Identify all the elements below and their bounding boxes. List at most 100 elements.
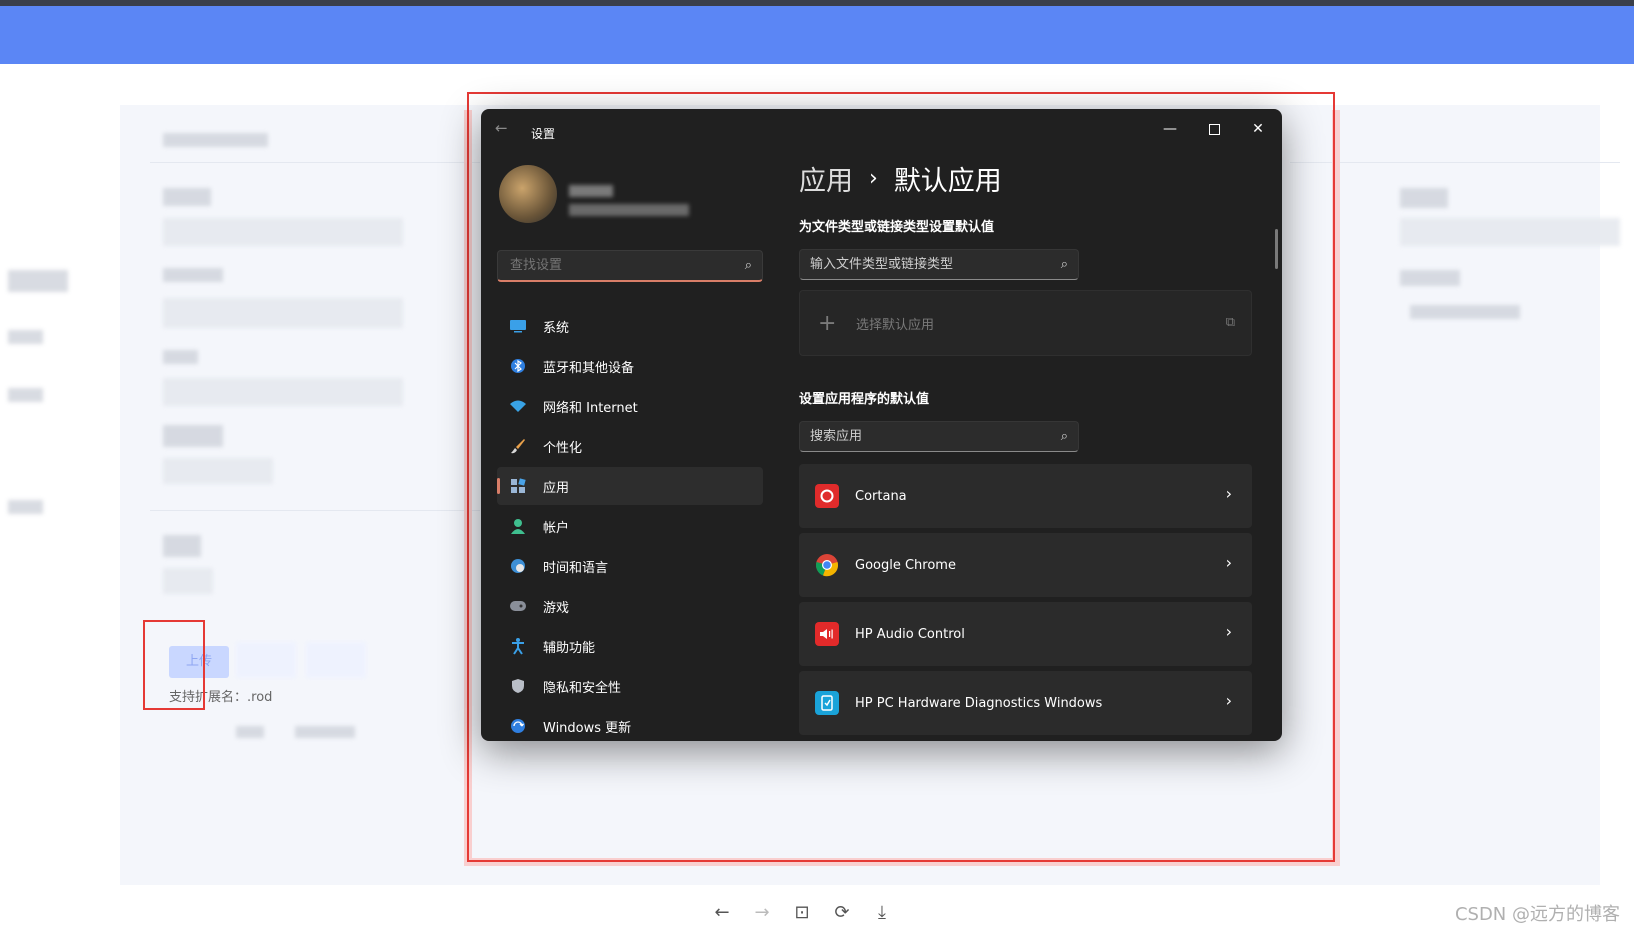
sidebar-item-windows-update[interactable]: Windows 更新	[497, 707, 763, 741]
apps-icon	[509, 477, 527, 495]
page-header-bar	[0, 6, 1634, 64]
rotate-icon[interactable]: ⟳	[832, 902, 852, 923]
search-icon[interactable]: ⌕	[1061, 422, 1068, 451]
blurred-right-label	[1400, 188, 1448, 208]
blurred-side-text	[8, 270, 68, 292]
image-viewer-toolbar: ← → ⊡ ⟳ ⤓	[712, 902, 892, 923]
fit-screen-icon[interactable]: ⊡	[792, 902, 812, 923]
hp-audio-icon	[815, 622, 839, 646]
search-icon[interactable]: ⌕	[1061, 250, 1068, 279]
sidebar-item-label: 辅助功能	[543, 640, 596, 656]
sidebar-item-network[interactable]: 网络和 Internet	[497, 387, 763, 425]
app-row-cortana[interactable]: Cortana ›	[799, 464, 1252, 528]
minimize-button[interactable]: —	[1148, 115, 1192, 143]
sidebar-item-system[interactable]: 系统	[497, 307, 763, 345]
brush-icon	[509, 437, 527, 455]
sidebar-item-bluetooth[interactable]: 蓝牙和其他设备	[497, 347, 763, 385]
blurred-button	[306, 642, 366, 678]
hp-diagnostics-icon	[815, 691, 839, 715]
sidebar-item-gaming[interactable]: 游戏	[497, 587, 763, 625]
blurred-right-input	[1400, 218, 1620, 246]
annotation-small-box	[143, 620, 205, 710]
divider	[150, 162, 480, 163]
blurred-input	[163, 568, 213, 594]
blurred-input	[163, 458, 273, 484]
sidebar-item-label: 时间和语言	[543, 560, 609, 576]
app-name: Cortana	[855, 488, 907, 504]
blurred-label	[163, 535, 201, 557]
chevron-right-icon: ›	[1225, 622, 1232, 641]
blurred-side-text	[8, 388, 43, 402]
avatar[interactable]	[499, 165, 557, 223]
plus-icon: +	[818, 310, 837, 336]
blurred-label	[163, 350, 198, 364]
settings-search-box[interactable]: ⌕	[497, 250, 763, 282]
next-arrow-icon[interactable]: →	[752, 902, 772, 923]
maximize-icon	[1208, 123, 1220, 135]
filetype-section-title: 为文件类型或链接类型设置默认值	[799, 220, 995, 235]
blurred-right-label	[1400, 270, 1460, 286]
app-row-hp-pc-hardware-diagnostics[interactable]: HP PC Hardware Diagnostics Windows ›	[799, 671, 1252, 735]
sidebar-item-label: 系统	[543, 320, 570, 336]
divider	[150, 510, 480, 511]
blurred-input	[163, 378, 403, 406]
download-icon[interactable]: ⤓	[872, 902, 892, 923]
sidebar-item-label: 网络和 Internet	[543, 400, 638, 416]
maximize-button[interactable]	[1192, 115, 1236, 143]
sidebar-item-apps[interactable]: 应用	[497, 467, 763, 505]
previous-arrow-icon[interactable]: ←	[712, 902, 732, 923]
sidebar-item-label: 个性化	[543, 440, 583, 456]
blurred-label	[163, 188, 211, 206]
csdn-watermark: CSDN @远方的博客	[1454, 904, 1620, 925]
person-icon	[509, 517, 527, 535]
breadcrumb-separator: ›	[869, 166, 878, 191]
back-arrow-icon[interactable]: ←	[495, 119, 508, 137]
sidebar-item-privacy[interactable]: 隐私和安全性	[497, 667, 763, 705]
settings-search-input[interactable]	[508, 257, 722, 274]
breadcrumb: 应用 › 默认应用	[799, 159, 1254, 198]
chevron-right-icon: ›	[1225, 553, 1232, 572]
blurred-label	[163, 425, 223, 447]
blurred-side-text	[8, 500, 43, 514]
sidebar-nav: 系统 蓝牙和其他设备 网络和 Internet 个性化 应用 帐户 时间和语言 …	[497, 307, 763, 741]
sidebar-item-label: 应用	[543, 480, 570, 496]
filetype-search-input[interactable]: 输入文件类型或链接类型 ⌕	[799, 249, 1079, 280]
sidebar-item-personalization[interactable]: 个性化	[497, 427, 763, 465]
choose-default-app-card[interactable]: + 选择默认应用 ⧉	[799, 290, 1252, 356]
app-name: HP PC Hardware Diagnostics Windows	[855, 695, 1103, 711]
sidebar-item-label: 游戏	[543, 600, 570, 616]
blurred-side-text	[8, 330, 43, 344]
page-title: 默认应用	[893, 166, 1002, 197]
chevron-right-icon: ›	[1225, 484, 1232, 503]
wifi-icon	[509, 397, 527, 415]
app-row-google-chrome[interactable]: Google Chrome ›	[799, 533, 1252, 597]
blurred-label	[163, 268, 223, 282]
chrome-icon	[815, 553, 839, 577]
breadcrumb-parent[interactable]: 应用	[799, 159, 853, 198]
apps-search-input[interactable]: 搜索应用 ⌕	[799, 421, 1079, 452]
monitor-icon	[509, 317, 527, 335]
close-button[interactable]: ✕	[1236, 115, 1280, 143]
blurred-text	[236, 726, 264, 738]
gamepad-icon	[509, 597, 527, 615]
content-scrollbar[interactable]	[1275, 229, 1278, 269]
sidebar-item-label: 帐户	[543, 520, 570, 536]
apps-section-title: 设置应用程序的默认值	[799, 392, 930, 407]
blurred-select	[163, 218, 403, 246]
sidebar-item-label: 隐私和安全性	[543, 680, 622, 696]
app-name: Google Chrome	[855, 557, 956, 573]
settings-window: ← 设置 — ✕ ⌕ 系统 蓝牙和其他设备 网络和 Internet	[481, 109, 1282, 741]
account-name-blurred	[569, 185, 613, 197]
sidebar-item-accounts[interactable]: 帐户	[497, 507, 763, 545]
sidebar-item-time-language[interactable]: 时间和语言	[497, 547, 763, 585]
bluetooth-icon	[509, 357, 527, 375]
app-row-hp-audio-control[interactable]: HP Audio Control ›	[799, 602, 1252, 666]
blurred-title	[163, 133, 268, 147]
sidebar-item-label: Windows 更新	[543, 720, 632, 736]
update-icon	[509, 717, 527, 735]
search-icon[interactable]: ⌕	[745, 251, 752, 281]
sidebar-item-accessibility[interactable]: 辅助功能	[497, 627, 763, 665]
app-name: HP Audio Control	[855, 626, 965, 642]
window-title: 设置	[531, 127, 556, 141]
main-content: 应用 › 默认应用 为文件类型或链接类型设置默认值 输入文件类型或链接类型 ⌕ …	[799, 159, 1254, 740]
